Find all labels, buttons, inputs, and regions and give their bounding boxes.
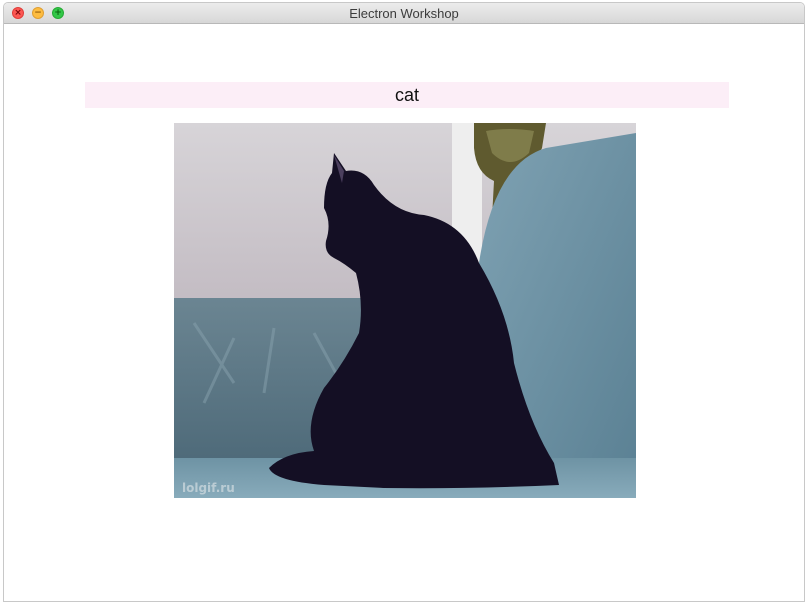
title-bar[interactable]: × − + Electron Workshop	[4, 3, 804, 24]
app-window: × − + Electron Workshop cat lolgif.ru	[3, 2, 805, 602]
cat-gif-graphic: lolgif.ru	[174, 123, 636, 498]
cat-image: lolgif.ru	[174, 123, 636, 498]
window-title: Electron Workshop	[349, 6, 459, 21]
image-caption-heading: cat	[85, 82, 729, 108]
watermark: lolgif.ru	[182, 481, 235, 495]
